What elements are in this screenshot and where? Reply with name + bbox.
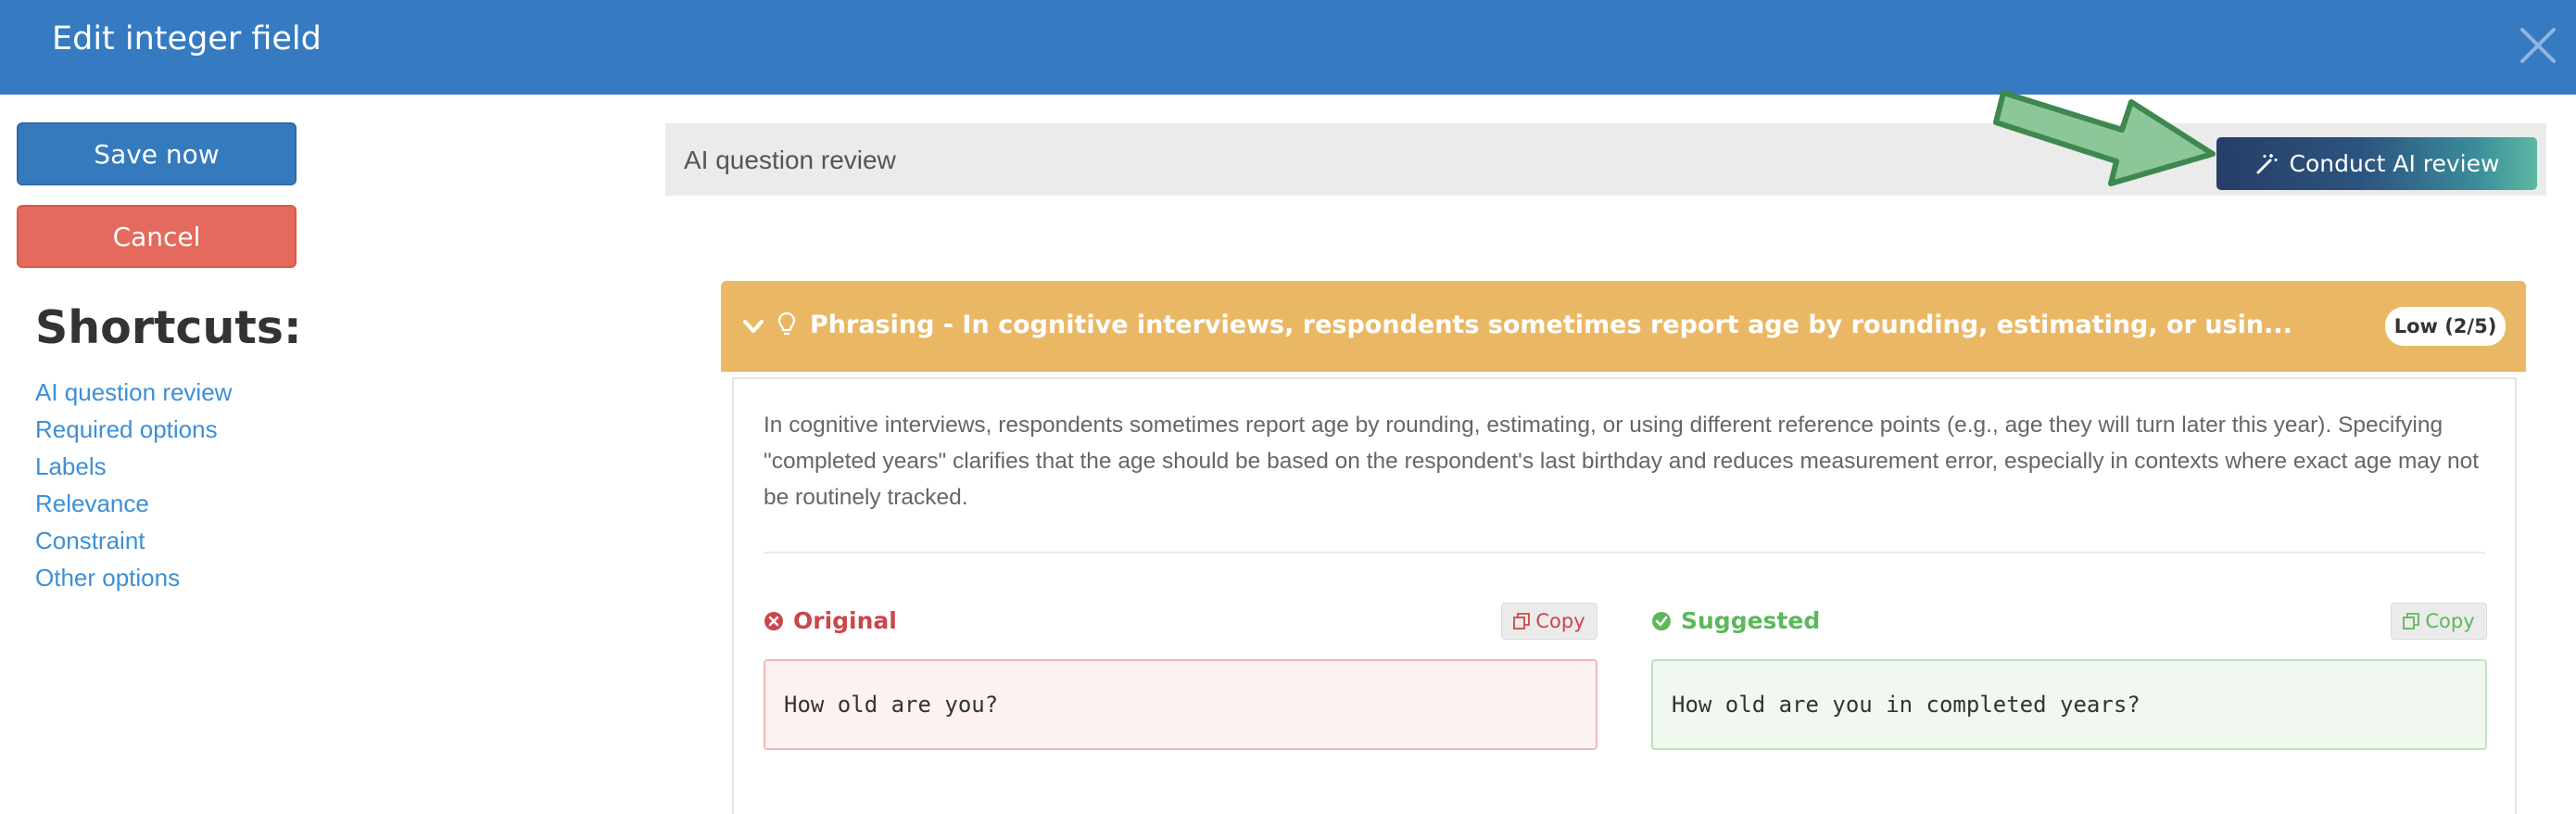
copy-suggested-label: Copy [2425, 610, 2475, 632]
check-circle-icon [1652, 611, 1671, 630]
copy-suggested-button[interactable]: Copy [2391, 603, 2487, 640]
x-circle-icon [764, 611, 783, 630]
original-label: Original [793, 607, 897, 634]
copy-icon [1513, 613, 1531, 630]
shortcut-constraint[interactable]: Constraint [35, 527, 145, 555]
shortcut-labels[interactable]: Labels [35, 452, 107, 481]
divider [764, 552, 2485, 553]
finding-description: In cognitive interviews, respondents som… [764, 413, 2480, 510]
suggested-heading: Suggested [1651, 607, 1820, 634]
copy-icon [2403, 613, 2420, 630]
finding-header[interactable]: Phrasing - In cognitive interviews, resp… [721, 281, 2526, 372]
shortcuts-heading: Shortcuts: [35, 301, 302, 354]
finding-body: In cognitive interviews, respondents som… [732, 377, 2517, 814]
magic-wand-icon [2256, 153, 2278, 173]
pointer-arrow-icon [1993, 90, 2216, 186]
modal-title: Edit integer field [52, 20, 322, 57]
shortcut-required-options[interactable]: Required options [35, 415, 218, 444]
original-text-box: How old are you? [764, 659, 1597, 750]
suggested-text-box: How old are you in completed years? [1651, 659, 2487, 750]
shortcut-relevance[interactable]: Relevance [35, 490, 149, 518]
close-icon[interactable] [2513, 20, 2563, 70]
finding-title: Phrasing - In cognitive interviews, resp… [810, 311, 2292, 339]
chevron-down-icon[interactable] [741, 314, 765, 338]
ai-review-label: AI question review [684, 146, 896, 174]
copy-original-label: Copy [1535, 610, 1585, 632]
conduct-ai-review-label: Conduct AI review [2289, 150, 2500, 177]
shortcut-ai-question-review[interactable]: AI question review [35, 378, 232, 407]
suggested-label: Suggested [1681, 607, 1821, 634]
original-heading: Original [764, 607, 897, 634]
save-button[interactable]: Save now [17, 122, 297, 185]
cancel-button[interactable]: Cancel [17, 205, 297, 268]
copy-original-button[interactable]: Copy [1501, 603, 1597, 640]
lightbulb-icon [777, 312, 796, 336]
shortcut-other-options[interactable]: Other options [35, 564, 180, 592]
severity-badge: Low (2/5) [2385, 307, 2506, 346]
conduct-ai-review-button[interactable]: Conduct AI review [2216, 137, 2537, 190]
